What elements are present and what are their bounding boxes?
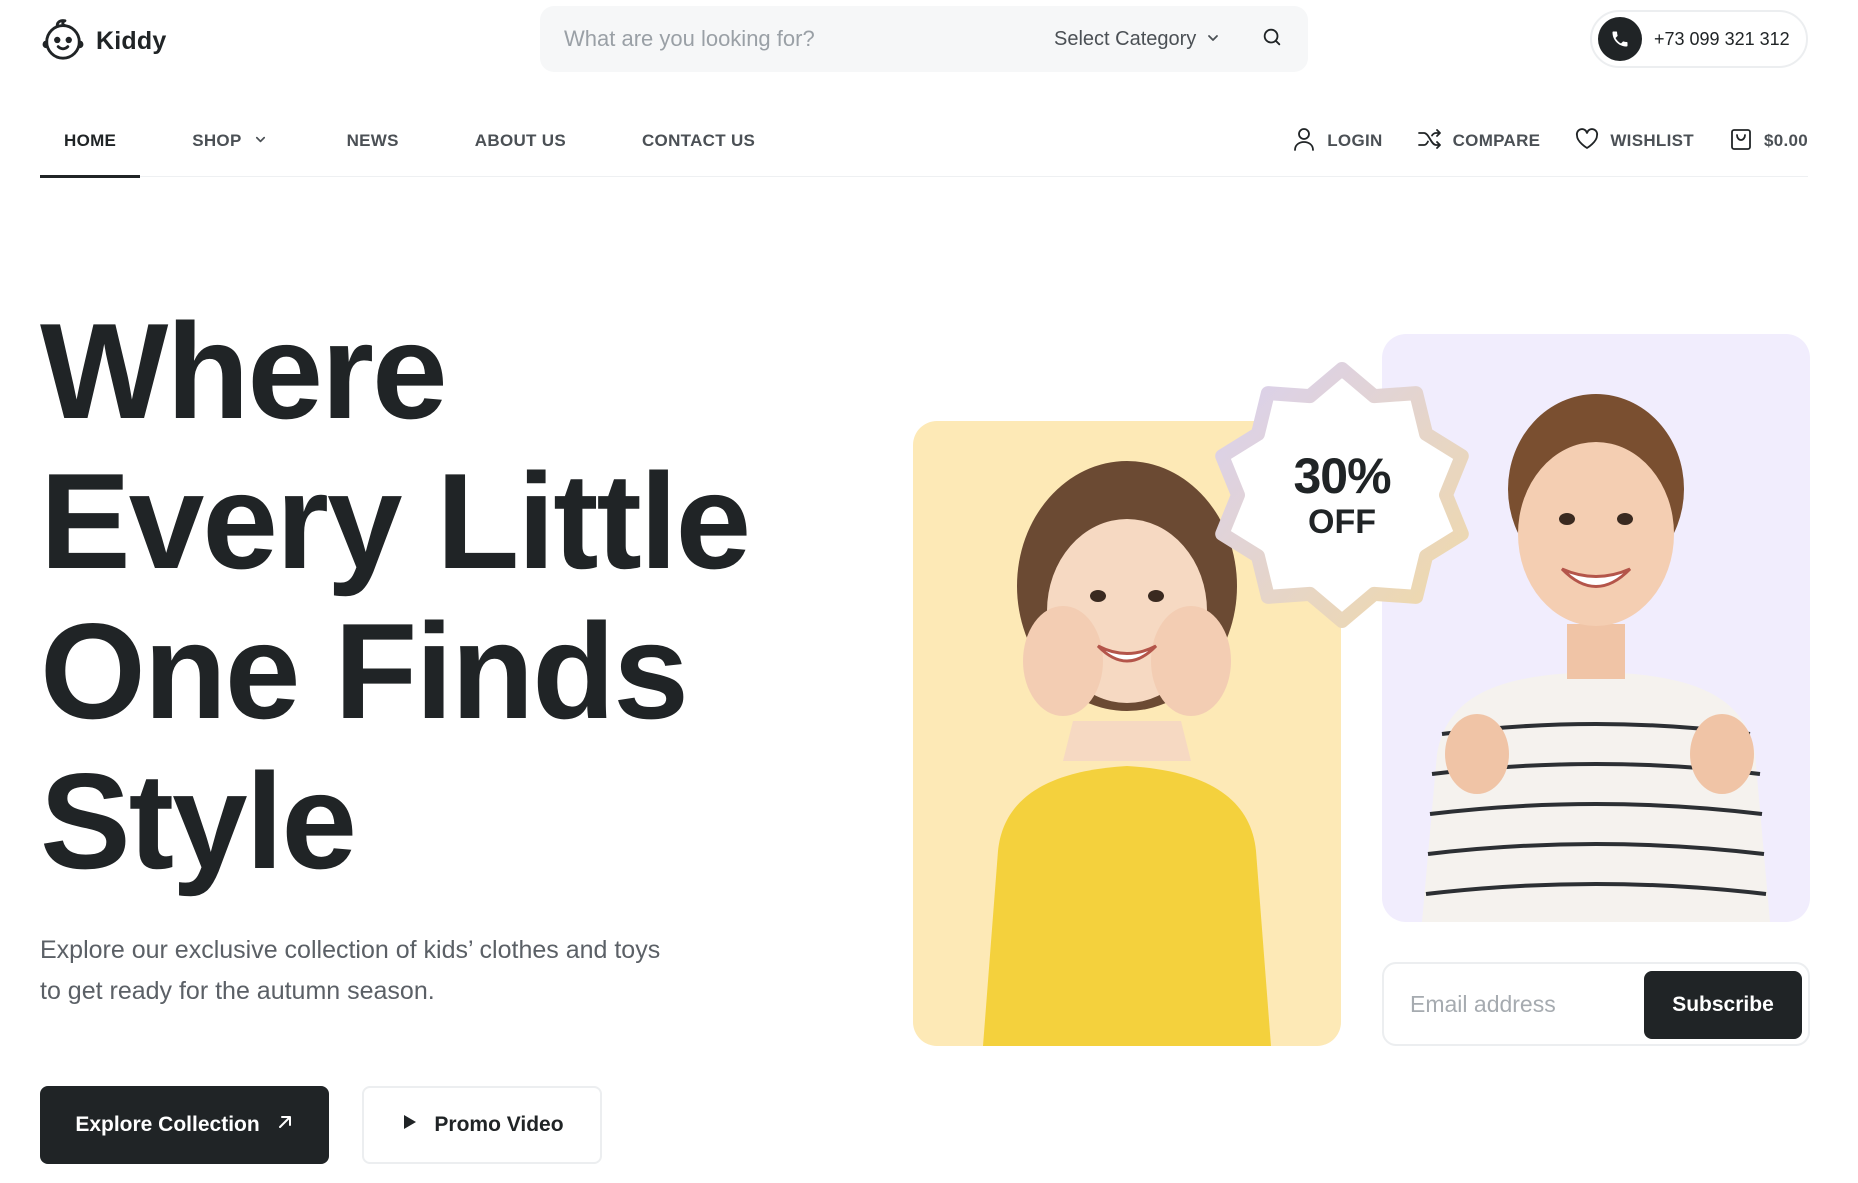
wishlist-link[interactable]: WISHLIST xyxy=(1574,126,1694,157)
nav-item-label: SHOP xyxy=(192,131,242,150)
shuffle-icon xyxy=(1417,126,1443,157)
user-icon xyxy=(1291,126,1317,157)
nav-actions: LOGIN COMPARE WISHLIST $0.00 xyxy=(1291,105,1808,177)
phone-number: +73 099 321 312 xyxy=(1654,28,1790,49)
chevron-down-icon xyxy=(1206,28,1220,51)
email-field[interactable] xyxy=(1410,964,1630,1044)
heart-icon xyxy=(1574,126,1600,157)
explore-collection-button[interactable]: Explore Collection xyxy=(40,1086,329,1164)
nav-item-label: CONTACT US xyxy=(641,131,756,150)
baby-face-icon xyxy=(40,16,86,67)
top-bar: Kiddy Select Category +73 099 321 312 xyxy=(0,0,1858,80)
cart-link[interactable]: $0.00 xyxy=(1728,126,1808,157)
brand-name: Kiddy xyxy=(96,27,167,55)
search-button[interactable] xyxy=(1256,23,1288,55)
badge-off-label: OFF xyxy=(1308,503,1376,541)
arrow-up-right-icon xyxy=(276,1113,294,1137)
nav-item-about-us[interactable]: ABOUT US xyxy=(475,105,566,177)
hero-description: Explore our exclusive collection of kids… xyxy=(40,936,661,1005)
phone-icon xyxy=(1598,17,1642,61)
main-navigation: HOME SHOP NEWS ABOUT US CONTACT US LOGIN xyxy=(40,105,1808,178)
brand-logo[interactable]: Kiddy xyxy=(40,16,166,67)
nav-menu: HOME SHOP NEWS ABOUT US CONTACT US xyxy=(40,105,755,178)
hero-title: Where Every Little One Finds Style xyxy=(40,296,840,896)
cart-total: $0.00 xyxy=(1763,131,1808,150)
hero-title-line: One Finds xyxy=(40,595,689,747)
subscribe-button[interactable]: Subscribe xyxy=(1644,971,1802,1039)
nav-item-news[interactable]: NEWS xyxy=(347,105,399,177)
nav-item-label: NEWS xyxy=(346,131,399,150)
nav-item-label: HOME xyxy=(64,131,117,150)
phone-contact[interactable]: +73 099 321 312 xyxy=(1590,10,1808,68)
hero-title-line: Where xyxy=(40,295,448,447)
category-select[interactable]: Select Category xyxy=(1054,6,1220,72)
promo-video-button[interactable]: Promo Video xyxy=(362,1086,602,1164)
discount-badge: 30% OFF xyxy=(1207,355,1477,635)
play-icon xyxy=(400,1113,418,1137)
search-bar: Select Category xyxy=(540,6,1308,72)
nav-item-contact-us[interactable]: CONTACT US xyxy=(642,105,755,177)
hero-title-line: Every Little xyxy=(40,445,751,597)
promo-video-label: Promo Video xyxy=(434,1113,564,1136)
login-label: LOGIN xyxy=(1327,131,1383,150)
chevron-down-icon xyxy=(242,131,267,151)
compare-label: COMPARE xyxy=(1452,131,1541,150)
category-select-label: Select Category xyxy=(1054,27,1197,50)
explore-collection-label: Explore Collection xyxy=(75,1113,260,1136)
nav-item-shop[interactable]: SHOP xyxy=(192,105,266,177)
search-icon xyxy=(1261,26,1283,53)
login-link[interactable]: LOGIN xyxy=(1291,126,1382,157)
shopping-bag-icon xyxy=(1728,126,1754,157)
badge-text: 30% OFF xyxy=(1207,451,1477,543)
subscribe-form: Subscribe xyxy=(1382,962,1810,1046)
hero-title-line: Style xyxy=(40,745,357,897)
nav-item-label: ABOUT US xyxy=(474,131,566,150)
badge-percent: 30% xyxy=(1293,448,1391,504)
wishlist-label: WISHLIST xyxy=(1610,131,1694,150)
nav-item-home[interactable]: HOME xyxy=(40,105,141,178)
search-input[interactable] xyxy=(564,6,1034,72)
compare-link[interactable]: COMPARE xyxy=(1417,126,1541,157)
